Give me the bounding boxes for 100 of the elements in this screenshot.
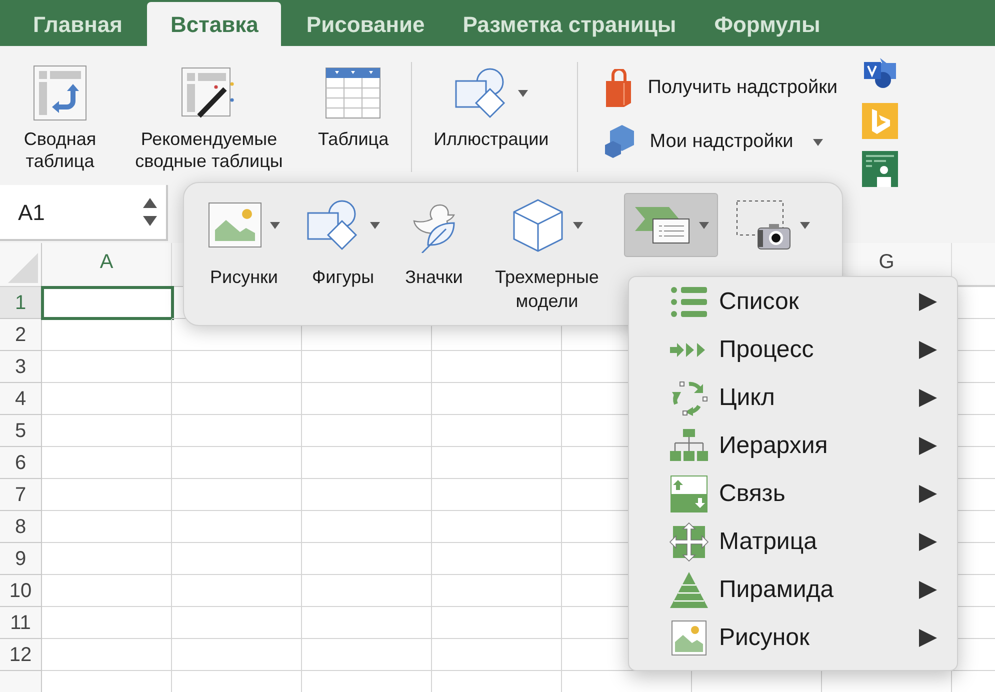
row-header[interactable]: 10 <box>0 575 42 607</box>
ribbon-tab[interactable]: Вставка <box>147 2 282 46</box>
row-header[interactable]: 12 <box>0 639 42 671</box>
grid-cell[interactable] <box>42 447 172 479</box>
insert-option-button[interactable] <box>622 193 720 257</box>
grid-cell[interactable] <box>302 479 432 511</box>
ribbon-tab[interactable]: Формулы <box>701 2 834 46</box>
submenu-arrow-icon <box>919 437 937 455</box>
grid-cell[interactable] <box>42 351 172 383</box>
grid-cell[interactable] <box>432 479 562 511</box>
ribbon-tab[interactable]: Разметка страницы <box>450 2 690 46</box>
grid-cell[interactable] <box>302 607 432 639</box>
visio-logo-icon <box>862 57 897 89</box>
grid-cell[interactable] <box>302 447 432 479</box>
submenu-arrow-icon <box>919 389 937 407</box>
menu-item[interactable]: Иерархия <box>629 422 957 470</box>
row-header[interactable]: 4 <box>0 383 42 415</box>
menu-item[interactable]: Пирамида <box>629 566 957 614</box>
menu-item[interactable]: Процесс <box>629 326 957 374</box>
grid-cell[interactable] <box>42 319 172 351</box>
ribbon-tab[interactable]: Главная <box>20 2 136 46</box>
name-box[interactable]: A1 <box>0 185 168 241</box>
grid-cell[interactable] <box>432 575 562 607</box>
submenu-arrow-icon <box>919 581 937 599</box>
grid-cell[interactable] <box>42 639 172 671</box>
grid-cell[interactable] <box>432 511 562 543</box>
caret-icon <box>813 138 824 146</box>
grid-cell[interactable] <box>432 607 562 639</box>
grid-cell[interactable] <box>302 575 432 607</box>
grid-cell[interactable] <box>302 639 432 671</box>
grid-cell[interactable] <box>172 415 302 447</box>
column-header[interactable]: A <box>100 252 114 272</box>
app-button[interactable] <box>862 150 898 188</box>
insert-option-button[interactable]: Рисунки <box>198 193 290 289</box>
grid-cell[interactable] <box>302 415 432 447</box>
grid-cell[interactable] <box>172 607 302 639</box>
menu-item[interactable]: Связь <box>629 470 957 518</box>
hexagons-icon <box>604 124 636 160</box>
grid-cell[interactable] <box>172 479 302 511</box>
pyramid-icon <box>669 570 709 610</box>
grid-cell[interactable] <box>302 543 432 575</box>
ribbon-button[interactable]: Сводная таблица <box>10 62 110 172</box>
row-header[interactable]: 5 <box>0 415 42 447</box>
caret-icon <box>370 222 380 228</box>
grid-cell[interactable] <box>302 351 432 383</box>
insert-option-button[interactable]: Трехмерные модели <box>478 193 616 313</box>
grid-cell[interactable] <box>42 575 172 607</box>
cell-reference: A1 <box>18 198 45 226</box>
caret-icon <box>573 222 583 228</box>
row-header[interactable]: 1 <box>0 287 42 319</box>
grid-cell[interactable] <box>432 543 562 575</box>
addin-button[interactable]: Мои надстройки <box>604 122 838 162</box>
ribbon-button[interactable]: Таблица <box>308 62 399 150</box>
menu-item[interactable]: Список <box>629 278 957 326</box>
grid-cell[interactable] <box>172 511 302 543</box>
grid-cell[interactable] <box>432 415 562 447</box>
row-header[interactable]: 6 <box>0 447 42 479</box>
grid-cell[interactable] <box>42 543 172 575</box>
row-header[interactable]: 9 <box>0 543 42 575</box>
menu-item[interactable]: Цикл <box>629 374 957 422</box>
submenu-arrow-icon <box>919 485 937 503</box>
row-header[interactable]: 7 <box>0 479 42 511</box>
addin-button[interactable]: Получить надстройки <box>604 68 838 108</box>
grid-cell[interactable] <box>42 383 172 415</box>
grid-cell[interactable] <box>172 383 302 415</box>
column-header[interactable]: G <box>878 252 894 272</box>
grid-cell[interactable] <box>172 351 302 383</box>
grid-cell[interactable] <box>432 639 562 671</box>
ribbon-button[interactable]: Иллюстрации <box>424 62 559 150</box>
shopping-bag-icon <box>604 69 634 107</box>
grid-cell[interactable] <box>172 575 302 607</box>
ribbon-tab[interactable]: Рисование <box>293 2 438 46</box>
insert-option-button[interactable]: Фигуры <box>296 193 390 289</box>
ribbon-button[interactable]: Рекомендуемые сводные таблицы <box>110 62 308 172</box>
grid-cell[interactable] <box>302 383 432 415</box>
grid-cell[interactable] <box>42 415 172 447</box>
people-graph-icon <box>862 151 898 187</box>
grid-cell[interactable] <box>42 607 172 639</box>
grid-cell[interactable] <box>302 511 432 543</box>
caret-icon <box>270 222 280 228</box>
row-header[interactable]: 8 <box>0 511 42 543</box>
grid-cell[interactable] <box>432 383 562 415</box>
insert-option-button[interactable]: Значки <box>396 193 472 289</box>
grid-cell[interactable] <box>42 511 172 543</box>
menu-item[interactable]: Матрица <box>629 518 957 566</box>
caret-icon <box>518 90 528 96</box>
submenu-arrow-icon <box>919 293 937 311</box>
row-header[interactable]: 3 <box>0 351 42 383</box>
matrix-icon <box>669 522 709 562</box>
grid-cell[interactable] <box>172 543 302 575</box>
grid-cell[interactable] <box>172 447 302 479</box>
grid-cell[interactable] <box>172 639 302 671</box>
bing-logo-icon <box>862 103 898 139</box>
grid-cell[interactable] <box>432 351 562 383</box>
row-header[interactable]: 11 <box>0 607 42 639</box>
row-header[interactable]: 2 <box>0 319 42 351</box>
grid-cell[interactable] <box>432 447 562 479</box>
grid-cell[interactable] <box>42 479 172 511</box>
menu-item[interactable]: Рисунок <box>629 614 957 662</box>
select-all-icon <box>8 253 38 283</box>
